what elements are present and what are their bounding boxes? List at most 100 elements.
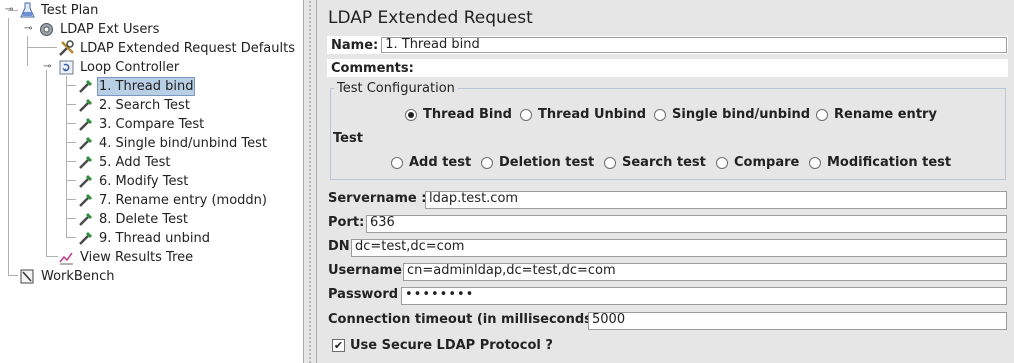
tree-node-label: 8. Delete Test (99, 211, 188, 227)
tree-connector (66, 180, 76, 181)
tree-node-sampler-thread-bind[interactable]: 1. Thread bind (77, 76, 196, 96)
radio-label: Single bind/unbind (672, 107, 811, 122)
servername-input[interactable]: ldap.test.com (425, 191, 1007, 209)
radio-search-test[interactable]: Search test (604, 155, 706, 170)
name-input[interactable]: 1. Thread bind (381, 37, 1008, 53)
tree-node-label: 7. Rename entry (moddn) (99, 192, 267, 208)
tree-node-view-results-tree[interactable]: View Results Tree (58, 248, 195, 266)
tree-connector (66, 142, 76, 143)
tree-node-thread-group[interactable]: LDAP Ext Users (38, 20, 161, 38)
radio-single-bind-unbind[interactable]: Single bind/unbind (654, 107, 810, 122)
wrench-icon (58, 39, 75, 57)
checkmark-icon: ✔ (332, 339, 345, 352)
tree-node-label: WorkBench (41, 268, 115, 284)
radio-label: Modification test (827, 155, 952, 170)
pipette-icon (77, 116, 94, 133)
tree-connector (8, 275, 18, 276)
tree-node-label: 5. Add Test (99, 154, 171, 170)
tree-node-label: LDAP Extended Request Defaults (80, 40, 295, 56)
tree-node-label: 4. Single bind/unbind Test (99, 135, 267, 151)
tree-node-workbench[interactable]: WorkBench (19, 267, 116, 285)
tree-node-sampler[interactable]: 5. Add Test (77, 153, 172, 171)
username-label: Username (328, 263, 402, 278)
tree-node-label: 3. Compare Test (99, 116, 205, 132)
tree-node-config-defaults[interactable]: LDAP Extended Request Defaults (58, 39, 297, 57)
tree-connector (46, 70, 47, 257)
radio-label: Compare (734, 155, 800, 170)
collapse-toggle-icon[interactable]: ⊸ (24, 24, 32, 34)
pipette-icon (77, 135, 94, 152)
tree-node-sampler[interactable]: 9. Thread unbind (77, 229, 212, 247)
tree-connector (66, 237, 76, 238)
pipette-icon (77, 230, 94, 247)
tree-node-label: Loop Controller (80, 59, 180, 75)
panel-title: LDAP Extended Request (328, 8, 533, 28)
test-label: Test (333, 131, 363, 146)
tree-node-label: LDAP Ext Users (60, 21, 160, 37)
tree-connector (66, 76, 67, 238)
radio-unselected-icon (816, 108, 828, 121)
tree-connector (8, 18, 9, 276)
dn-input[interactable]: dc=test,dc=com (351, 239, 1007, 257)
radio-label: Thread Bind (423, 107, 512, 122)
tree-node-label: 6. Modify Test (99, 173, 189, 189)
collapse-toggle-icon[interactable]: ⊸ (43, 62, 51, 72)
radio-unselected-icon (391, 156, 403, 169)
tree-node-loop-controller[interactable]: Loop Controller (58, 58, 181, 76)
dn-label: DN (328, 239, 350, 254)
radio-add-test[interactable]: Add test (391, 155, 471, 170)
loop-controller-icon (58, 59, 75, 76)
comments-input[interactable] (417, 60, 1008, 76)
name-label: Name: (331, 37, 379, 53)
tree-node-label: Test Plan (41, 2, 99, 18)
port-input[interactable]: 636 (366, 215, 1007, 233)
secure-ldap-checkbox[interactable]: ✔ Use Secure LDAP Protocol ? (332, 338, 553, 353)
tree-node-label: 1. Thread bind (97, 76, 196, 96)
tree-connector (66, 218, 76, 219)
radio-unselected-icon (481, 156, 493, 169)
tree-node-sampler[interactable]: 7. Rename entry (moddn) (77, 191, 269, 209)
radio-unselected-icon (654, 108, 666, 121)
radio-selected-icon (405, 108, 417, 121)
password-input[interactable]: •••••••• (401, 287, 1007, 305)
collapse-toggle-icon[interactable]: ⊸ (5, 5, 13, 15)
timeout-input[interactable]: 5000 (588, 312, 1007, 330)
radio-compare[interactable]: Compare (716, 155, 799, 170)
split-pane-divider[interactable] (304, 0, 317, 363)
tree-node-sampler[interactable]: 8. Delete Test (77, 210, 190, 228)
radio-deletion-test[interactable]: Deletion test (481, 155, 594, 170)
timeout-label: Connection timeout (in milliseconds) (328, 312, 598, 327)
tree-node-test-plan[interactable]: Test Plan (19, 1, 100, 19)
radio-unselected-icon (716, 156, 728, 169)
flask-icon (19, 2, 36, 19)
username-input[interactable]: cn=adminldap,dc=test,dc=com (403, 263, 1007, 281)
tree-node-sampler[interactable]: 2. Search Test (77, 96, 192, 114)
tree-connector (27, 47, 57, 48)
tree-connector (46, 256, 58, 257)
password-label: Password (328, 287, 399, 302)
radio-thread-bind[interactable]: Thread Bind (405, 107, 512, 122)
tree-connector (66, 199, 76, 200)
radio-thread-unbind[interactable]: Thread Unbind (520, 107, 646, 122)
comments-row: Comments: (327, 59, 1008, 77)
tree-node-label: 2. Search Test (99, 97, 190, 113)
gear-icon (38, 21, 55, 38)
radio-rename-entry[interactable]: Rename entry (816, 107, 937, 122)
tree-node-sampler[interactable]: 3. Compare Test (77, 115, 206, 133)
pipette-icon (77, 97, 94, 114)
port-label: Port: (328, 215, 365, 230)
test-plan-tree[interactable]: ⊸ ⊸ ⊸ Test Plan LDAP Ext Users LDAP Exte… (0, 0, 304, 363)
radio-label: Rename entry (834, 107, 937, 122)
servername-label: Servername : (328, 191, 427, 206)
tree-node-label: View Results Tree (80, 249, 194, 265)
tree-connector (66, 161, 76, 162)
tree-connector (66, 85, 76, 86)
tree-connector (66, 104, 76, 105)
radio-unselected-icon (520, 108, 532, 121)
tree-node-sampler[interactable]: 4. Single bind/unbind Test (77, 134, 269, 152)
radio-modification-test[interactable]: Modification test (809, 155, 951, 170)
name-row: Name: 1. Thread bind (327, 36, 1008, 54)
radio-label: Deletion test (499, 155, 595, 170)
tree-node-sampler[interactable]: 6. Modify Test (77, 172, 190, 190)
radio-label: Search test (622, 155, 706, 170)
